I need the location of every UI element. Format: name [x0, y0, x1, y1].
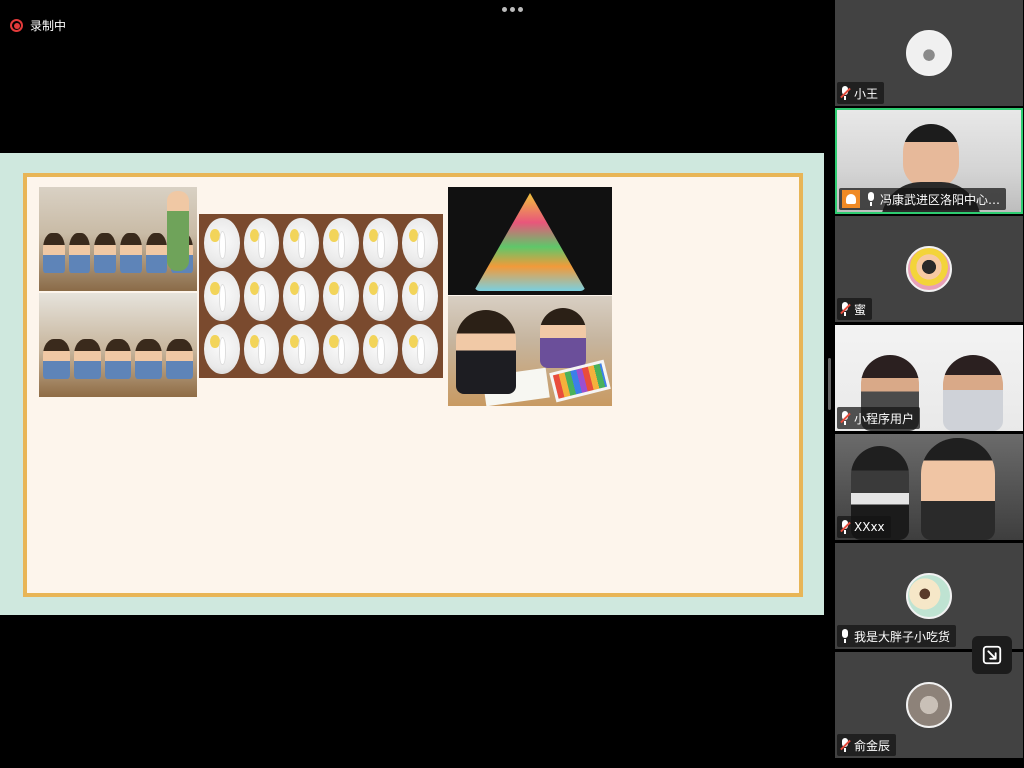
- participant-name: 冯康武进区洛阳中心…: [880, 192, 1001, 207]
- mic-icon: [866, 192, 876, 206]
- mic-muted-icon: [840, 738, 851, 752]
- recording-indicator: 录制中: [10, 17, 66, 34]
- participant-tile[interactable]: 蜜: [835, 216, 1023, 322]
- participant-tile[interactable]: 我是大胖子小吃货: [835, 543, 1023, 649]
- host-icon: [842, 190, 860, 208]
- participant-tile[interactable]: XXxx: [835, 434, 1023, 540]
- name-tag: 冯康武进区洛阳中心…: [839, 188, 1007, 210]
- shared-screen: [0, 153, 824, 615]
- exit-fullscreen-icon: [982, 645, 1002, 665]
- mic-muted-icon: [840, 520, 851, 534]
- girl-avatar: [906, 246, 952, 292]
- mic-muted-icon: [840, 302, 851, 316]
- cupcake-tree-poster: [448, 187, 612, 295]
- mic-icon: [840, 629, 850, 643]
- name-tag: XXxx: [837, 516, 891, 538]
- classroom-photo: [39, 187, 197, 291]
- slide-content: [23, 173, 803, 597]
- mic-muted-icon: [840, 411, 851, 425]
- participant-tile[interactable]: 小程序用户: [835, 325, 1023, 431]
- cat-avatar: [906, 30, 952, 76]
- participant-name: 小王: [854, 86, 879, 101]
- participant-name: XXxx: [854, 520, 885, 534]
- mic-muted-icon: [840, 86, 851, 100]
- participant-tile-active[interactable]: 冯康武进区洛阳中心…: [835, 108, 1023, 214]
- participant-name: 蜜: [854, 302, 867, 317]
- name-tag: 我是大胖子小吃货: [837, 625, 957, 647]
- participant-name: 小程序用户: [854, 411, 915, 426]
- exit-fullscreen-button[interactable]: [972, 636, 1012, 674]
- name-tag: 小程序用户: [837, 407, 921, 429]
- children-drawing-photo: [448, 296, 612, 406]
- participant-tile[interactable]: 小王: [835, 0, 1023, 106]
- scrollbar[interactable]: [828, 358, 831, 410]
- mic-photo-avatar: [906, 682, 952, 728]
- name-tag: 蜜: [837, 298, 873, 320]
- plant-avatar: [906, 573, 952, 619]
- participant-name: 俞金辰: [854, 738, 891, 753]
- recording-label: 录制中: [30, 19, 67, 33]
- name-tag: 俞金辰: [837, 734, 897, 756]
- more-dots-icon[interactable]: [502, 7, 523, 12]
- classroom-photo: [39, 293, 197, 397]
- name-tag: 小王: [837, 82, 885, 104]
- record-icon: [10, 19, 23, 32]
- participant-name: 我是大胖子小吃货: [854, 629, 951, 644]
- bunny-plates-artwork: [199, 214, 443, 378]
